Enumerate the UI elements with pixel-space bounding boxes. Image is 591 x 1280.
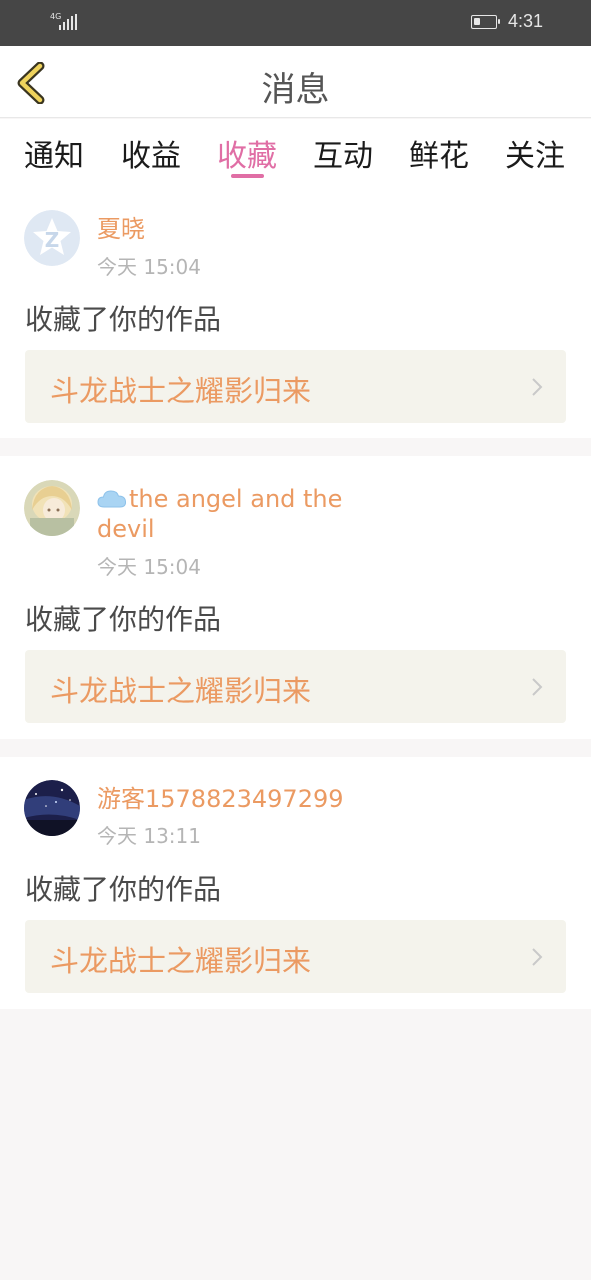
chevron-right-icon (532, 378, 543, 396)
username[interactable]: the angel and the devil (97, 484, 342, 544)
work-title: 斗龙战士之耀影归来 (50, 674, 312, 708)
chevron-right-icon (532, 948, 543, 966)
tab-earnings[interactable]: 收益 (121, 131, 181, 175)
avatar[interactable]: Z (24, 210, 80, 266)
status-bar: 4G 4:31 (0, 0, 591, 46)
avatar[interactable] (24, 480, 80, 536)
message-card: the angel and the devil 今天 15:04 收藏了你的作品… (0, 456, 591, 739)
username-line2: devil (97, 515, 155, 543)
timestamp: 今天 13:11 (97, 824, 201, 848)
nav-bar: 消息 (0, 46, 591, 118)
work-title: 斗龙战士之耀影归来 (50, 374, 312, 408)
night-sky-avatar-icon (24, 780, 80, 836)
signal-icon: 4G (50, 12, 82, 32)
clock: 4:31 (508, 11, 544, 31)
action-text: 收藏了你的作品 (25, 603, 222, 636)
work-link[interactable]: 斗龙战士之耀影归来 (25, 920, 566, 993)
anime-girl-avatar-icon (24, 480, 80, 536)
chevron-right-icon (532, 678, 543, 696)
action-text: 收藏了你的作品 (25, 303, 222, 336)
avatar[interactable] (24, 780, 80, 836)
username[interactable]: 游客1578823497299 (97, 784, 344, 814)
tab-notifications[interactable]: 通知 (24, 131, 84, 175)
action-text: 收藏了你的作品 (25, 873, 222, 906)
message-card: 游客1578823497299 今天 13:11 收藏了你的作品 斗龙战士之耀影… (0, 757, 591, 1009)
work-title: 斗龙战士之耀影归来 (50, 944, 312, 978)
default-star-avatar-icon: Z (24, 210, 80, 266)
tab-flowers[interactable]: 鲜花 (409, 131, 469, 175)
username[interactable]: 夏晓 (97, 214, 145, 244)
work-link[interactable]: 斗龙战士之耀影归来 (25, 350, 566, 423)
message-card: Z 夏晓 今天 15:04 收藏了你的作品 斗龙战士之耀影归来 (0, 192, 591, 438)
tab-interactions[interactable]: 互动 (313, 131, 373, 175)
work-link[interactable]: 斗龙战士之耀影归来 (25, 650, 566, 723)
tab-bar: 通知 收益 收藏 互动 鲜花 关注 (0, 119, 591, 192)
timestamp: 今天 15:04 (97, 555, 201, 579)
cloud-icon (97, 490, 127, 508)
timestamp: 今天 15:04 (97, 255, 201, 279)
username-line1: the angel and the (129, 485, 343, 513)
active-tab-indicator (231, 174, 264, 178)
svg-text:Z: Z (45, 228, 60, 252)
page-title: 消息 (261, 70, 330, 110)
tab-favorites[interactable]: 收藏 (217, 131, 277, 175)
tab-following[interactable]: 关注 (505, 131, 565, 175)
battery-icon (471, 15, 500, 29)
